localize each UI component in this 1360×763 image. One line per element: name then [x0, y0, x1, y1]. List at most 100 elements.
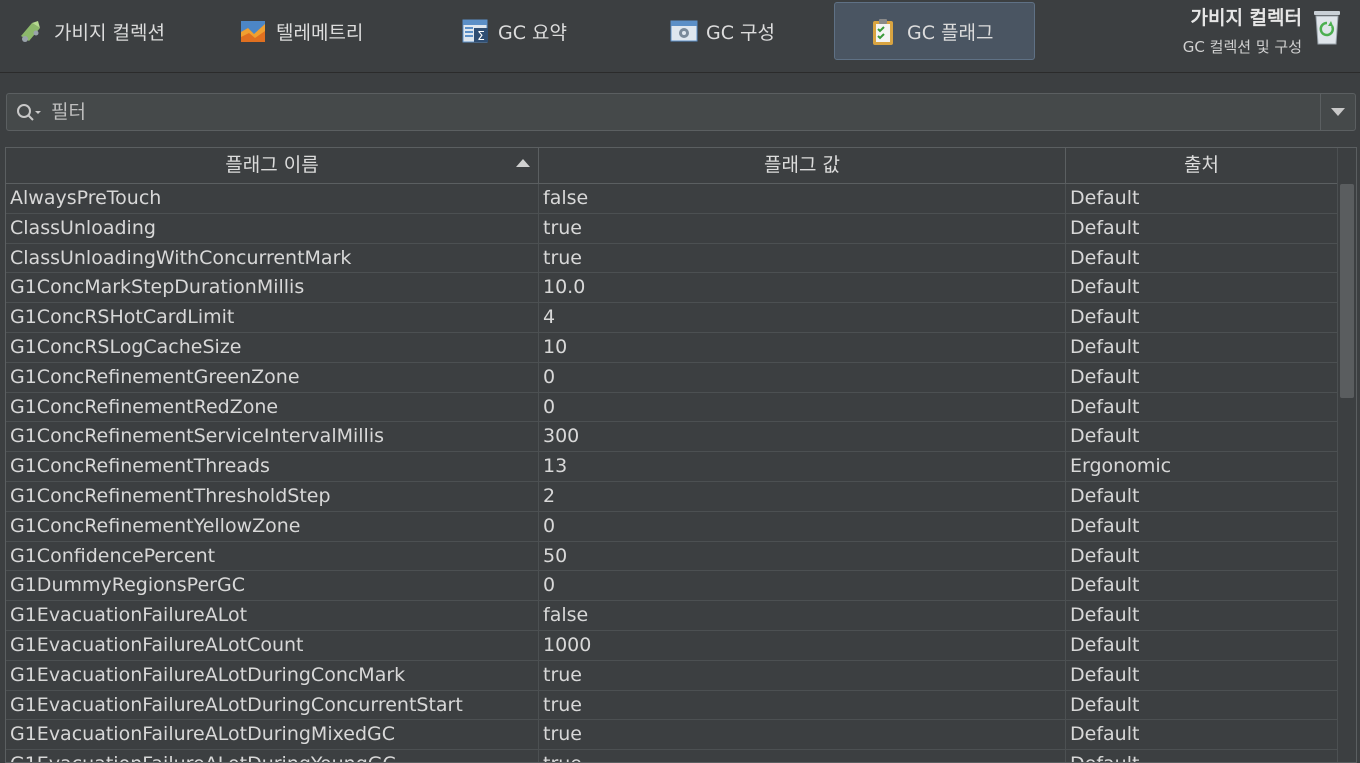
tab-gc-flags[interactable]: GC 플래그: [834, 2, 1035, 60]
cell-flag-name: G1EvacuationFailureALotDuringConcMark: [6, 660, 539, 690]
cell-source: Default: [1070, 187, 1140, 209]
table-row[interactable]: G1EvacuationFailureALotDuringConcurrentS…: [6, 690, 1338, 721]
tab-gc-summary[interactable]: Σ GC 요약: [444, 2, 654, 60]
cell-source: Default: [1070, 574, 1140, 597]
cell-flag-value: 10: [539, 332, 1066, 362]
cell-flag-value: true: [539, 720, 1066, 750]
cell-flag-value: true: [539, 690, 1066, 720]
cell-flag-name: ClassUnloadingWithConcurrentMark: [6, 243, 539, 273]
cell-source: Default: [1070, 723, 1140, 746]
cell-flag-name: ClassUnloading: [6, 213, 539, 243]
cell-flag-name: G1ConcRefinementRedZone: [6, 392, 539, 422]
cell-source: Default: [1070, 633, 1140, 656]
table-row[interactable]: ClassUnloadingWithConcurrentMark true Defa…: [6, 243, 1338, 274]
table-row[interactable]: G1ConcRefinementThresholdStep 2 Default: [6, 481, 1338, 512]
search-icon[interactable]: [16, 103, 41, 123]
cell-flag-name: G1EvacuationFailureALotCount: [6, 630, 539, 660]
cell-source: Default: [1066, 750, 1338, 762]
table-body: AlwaysPreTouch false Default ClassUnloading…: [6, 184, 1338, 762]
cell-source: Default: [1070, 425, 1140, 448]
table-row[interactable]: G1ConcRefinementGreenZone 0 Default: [6, 362, 1338, 393]
tab-garbage-collection[interactable]: 가비지 컬렉션: [0, 2, 210, 60]
table-row[interactable]: G1DummyRegionsPerGC 0 Default: [6, 571, 1338, 602]
cell-source: Ergonomic: [1070, 455, 1172, 478]
page-subtitle: GC 컬렉션 및 구성: [1182, 38, 1302, 56]
cell-flag-value: true: [539, 750, 1066, 762]
table-row[interactable]: G1ConcRefinementThreads 13 Ergonomic: [6, 452, 1338, 482]
table-row[interactable]: G1EvacuationFailureALotDuringYoungGCtrue…: [6, 750, 1338, 762]
cell-flag-name: G1DummyRegionsPerGC: [6, 571, 539, 601]
table-row[interactable]: G1EvacuationFailureALot false Default: [6, 601, 1338, 631]
cell-source: Default: [1070, 335, 1140, 358]
table-row[interactable]: G1ConcRefinementServiceIntervalMillis 300…: [6, 422, 1338, 453]
table-row[interactable]: G1ConfidencePercent 50 Default: [6, 541, 1338, 572]
page-title: 가비지 컬렉터: [1190, 7, 1303, 29]
cell-flag-name: G1ConcRefinementGreenZone: [6, 362, 539, 392]
filter-dropdown-button[interactable]: [1320, 94, 1355, 130]
table-row[interactable]: G1ConcRSLogCacheSize 10 Default: [6, 332, 1338, 363]
table-row[interactable]: G1ConcMarkStepDurationMillis 10.0 Default: [6, 273, 1338, 304]
cell-flag-value: 0: [539, 362, 1066, 392]
table-row[interactable]: G1ConcRefinementYellowZone 0 Default: [6, 511, 1338, 542]
tab-label: 가비지 컬렉션: [54, 21, 165, 44]
table-row[interactable]: G1EvacuationFailureALotDuringConcMark tru…: [6, 660, 1338, 691]
cell-flag-value: 1000: [539, 630, 1066, 660]
tab-label: GC 요약: [498, 21, 567, 44]
cell-flag-value: false: [539, 601, 1066, 631]
filter-input[interactable]: [51, 98, 1311, 126]
cell-source: Default: [1070, 544, 1140, 567]
cell-flag-value: 10.0: [539, 273, 1066, 303]
tab-telemetry[interactable]: 텔레메트리: [222, 2, 432, 60]
cell-flag-name: G1ConcRSHotCardLimit: [6, 303, 539, 333]
cell-flag-value: 0: [539, 392, 1066, 422]
scrollbar-thumb[interactable]: [1340, 184, 1354, 398]
config-gear-icon: [670, 18, 698, 44]
cell-source: Default: [1070, 484, 1140, 507]
garbage-truck-icon: [18, 18, 44, 44]
table-row[interactable]: G1EvacuationFailureALotCount 1000 Default: [6, 630, 1338, 661]
header-title-block: 가비지 컬렉터 GC 컬렉션 및 구성: [1183, 6, 1302, 57]
cell-source: Default: [1070, 246, 1140, 269]
top-tab-bar: 가비지 컬렉션 텔레메트리 Σ GC 요약 GC 구성 GC 플래그 가비지 컬…: [0, 0, 1360, 73]
svg-text:Σ: Σ: [477, 29, 485, 43]
cell-flag-name: G1ConcRefinementYellowZone: [6, 511, 539, 541]
column-header-source[interactable]: 출처: [1066, 148, 1338, 183]
table-row[interactable]: ClassUnloading true Default: [6, 213, 1338, 244]
cell-flag-name: G1ConcRefinementThreads: [6, 452, 539, 482]
clipboard-check-icon: [871, 18, 897, 45]
cell-flag-value: true: [539, 213, 1066, 243]
table-row[interactable]: G1ConcRefinementRedZone 0 Default: [6, 392, 1338, 423]
cell-flag-value: 13: [539, 452, 1066, 482]
cell-flag-name: G1ConcRefinementServiceIntervalMillis: [6, 422, 539, 452]
cell-flag-name: G1EvacuationFailureALot: [6, 601, 539, 631]
cell-flag-value: 0: [539, 571, 1066, 601]
cell-flag-name: G1EvacuationFailureALotDuringMixedGC: [6, 720, 539, 750]
tab-label: GC 플래그: [907, 21, 994, 44]
table-row[interactable]: G1EvacuationFailureALotDuringMixedGC true…: [6, 720, 1338, 751]
tab-label: 텔레메트리: [276, 21, 364, 44]
table-header: 플래그 이름 플래그 값 출처: [6, 148, 1338, 184]
cell-flag-value: 4: [539, 303, 1066, 333]
table-row[interactable]: AlwaysPreTouch false Default: [6, 184, 1338, 214]
cell-flag-name: AlwaysPreTouch: [6, 184, 539, 213]
cell-flag-name: G1ConcRSLogCacheSize: [6, 332, 539, 362]
vertical-scrollbar[interactable]: [1337, 148, 1356, 762]
cell-flag-value: 50: [539, 541, 1066, 571]
cell-flag-value: false: [539, 184, 1066, 213]
cell-flag-value: 0: [539, 511, 1066, 541]
summary-sigma-icon: Σ: [462, 18, 488, 44]
cell-source: Default: [1070, 365, 1140, 388]
table-row[interactable]: G1ConcRSHotCardLimit 4 Default: [6, 303, 1338, 333]
cell-source: Default: [1070, 216, 1140, 239]
column-header-flag-value[interactable]: 플래그 값: [539, 148, 1066, 183]
chart-icon: [240, 18, 266, 44]
cell-flag-value: true: [539, 660, 1066, 690]
tab-gc-config[interactable]: GC 구성: [652, 2, 832, 60]
cell-flag-name: G1EvacuationFailureALotDuringYoungGC: [6, 750, 539, 762]
cell-flag-name: G1ConcMarkStepDurationMillis: [6, 273, 539, 303]
cell-flag-name: G1EvacuationFailureALotDuringConcurrentS…: [6, 690, 539, 720]
column-header-flag-name[interactable]: 플래그 이름: [6, 148, 539, 183]
cell-flag-value: 2: [539, 481, 1066, 511]
cell-flag-name: G1ConcRefinementThresholdStep: [6, 481, 539, 511]
cell-source: Default: [1070, 604, 1140, 627]
